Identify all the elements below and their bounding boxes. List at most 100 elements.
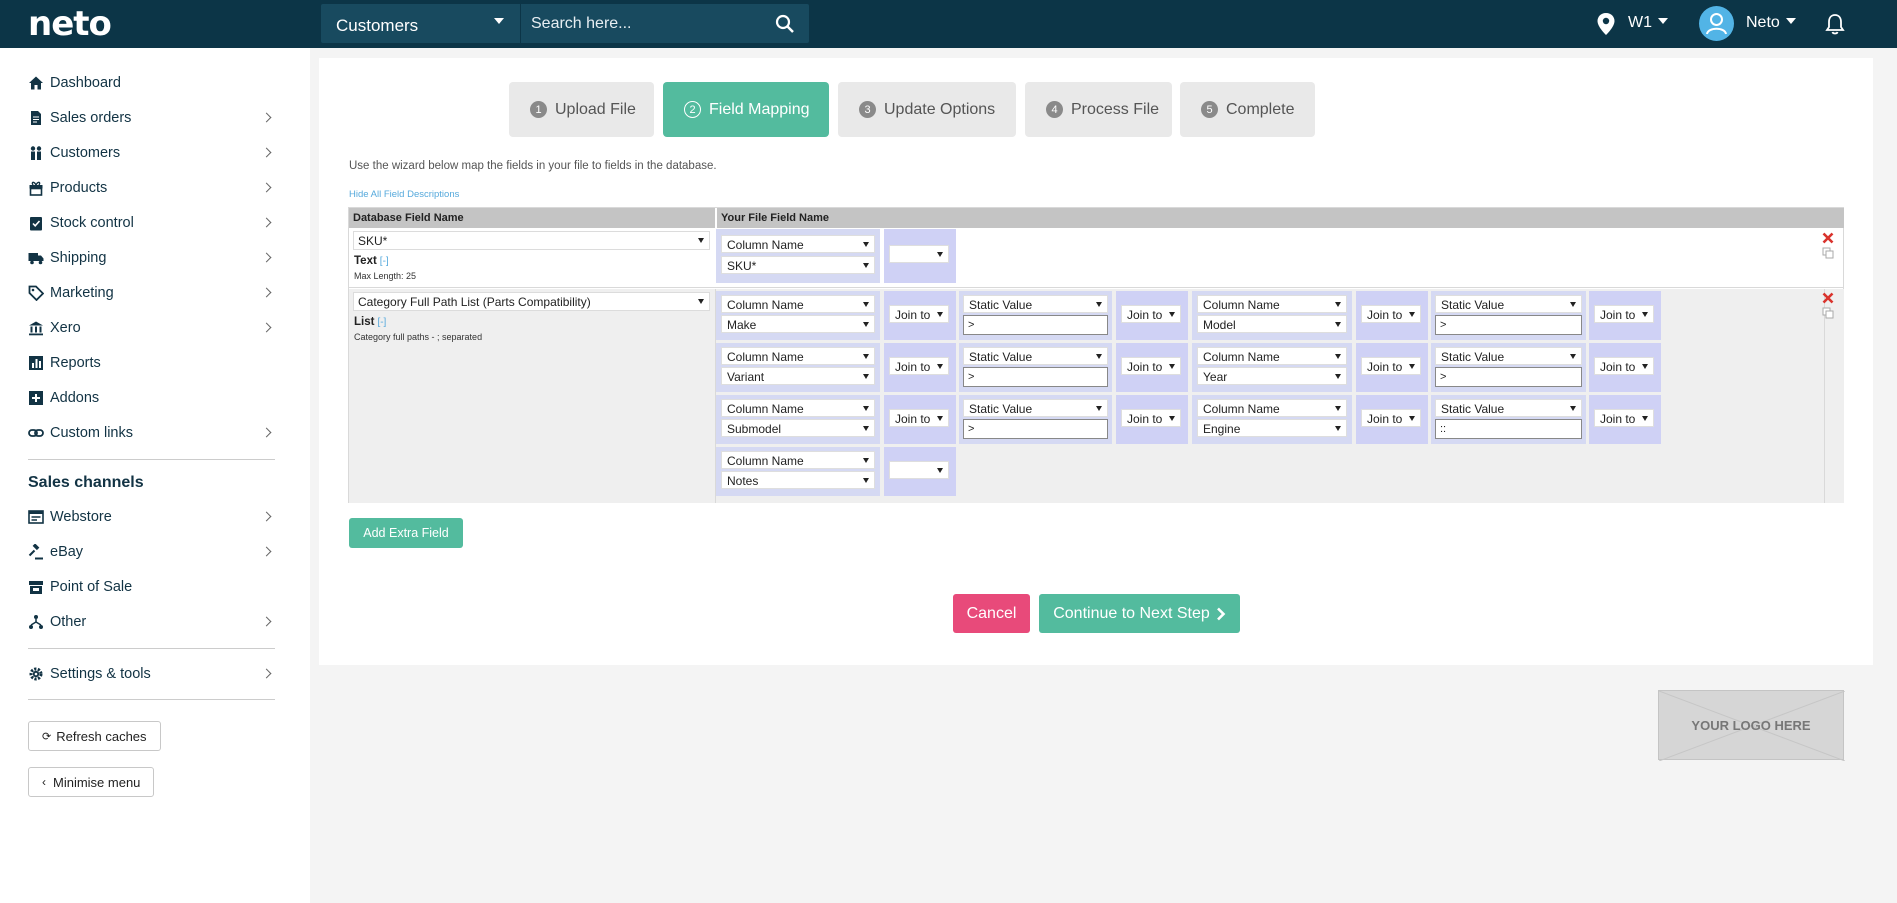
location-pin-icon[interactable] [1596,12,1616,36]
join-block: Join to [884,291,956,340]
static-value-input[interactable]: > [963,367,1108,387]
source-column-select[interactable]: Submodel [721,419,875,437]
join-select[interactable] [889,245,949,263]
gear-icon [29,667,43,681]
source-column-select[interactable]: Notes [721,471,875,489]
join-select[interactable]: Join to [1594,409,1654,427]
source-type-select[interactable]: Column Name [721,295,875,313]
join-select[interactable]: Join to [889,357,949,375]
source-column-value: Year [1203,370,1228,384]
avatar[interactable] [1699,6,1734,41]
browser-icon [28,510,44,524]
join-select[interactable]: Join to [1121,409,1181,427]
static-value-input[interactable]: :: [1435,419,1582,439]
source-type-select[interactable]: Column Name [721,347,875,365]
static-value-input[interactable]: > [1435,315,1582,335]
static-value-input[interactable]: > [1435,367,1582,387]
static-type-select[interactable]: Static Value [963,399,1108,417]
field-type: Text [354,255,377,267]
chevron-right-icon [261,427,272,438]
join-select[interactable]: Join to [1594,305,1654,323]
source-column-select[interactable]: Make [721,315,875,333]
source-type-select[interactable]: Column Name [1197,399,1347,417]
source-type-select[interactable]: Column Name [721,451,875,469]
description-toggle-link[interactable]: [-] [380,256,389,267]
minimise-menu-button[interactable]: ‹ Minimise menu [28,767,155,797]
source-column-select[interactable]: Model [1197,315,1347,333]
join-select[interactable]: Join to [1361,357,1421,375]
sidebar-item-reports[interactable]: Reports [28,350,274,376]
search-scope-label: Customers [336,16,419,35]
static-type-select[interactable]: Static Value [1435,347,1582,365]
sidebar-item-stock-control[interactable]: Stock control [28,210,274,236]
bell-icon[interactable] [1825,13,1845,35]
delete-icon[interactable] [1822,292,1834,304]
description-toggle-link[interactable]: [-] [377,317,386,328]
sidebar-item-custom-links[interactable]: Custom links [28,420,274,446]
sidebar-item-point-of-sale[interactable]: Point of Sale [28,574,274,600]
search-input[interactable] [531,4,761,43]
join-block: Join to [1356,343,1428,392]
database-field-select[interactable]: Category Full Path List (Parts Compatibi… [353,292,710,311]
tab-complete[interactable]: 5 Complete [1180,82,1315,137]
sidebar-item-shipping[interactable]: Shipping [28,245,274,271]
tab-process-file[interactable]: 4 Process File [1025,82,1172,137]
join-select[interactable]: Join to [1361,305,1421,323]
sidebar-item-products[interactable]: Products [28,175,274,201]
copy-icon[interactable] [1822,307,1834,319]
static-type-select[interactable]: Static Value [1435,399,1582,417]
source-type-select[interactable]: Column Name [1197,295,1347,313]
step-label: Update Options [884,100,996,118]
static-value-input[interactable]: > [963,419,1108,439]
delete-icon[interactable] [1822,232,1834,244]
join-select[interactable]: Join to [889,409,949,427]
top-bar: neto Customers W1 Neto [0,0,1897,48]
search-icon[interactable] [775,14,795,34]
join-select[interactable] [889,461,949,479]
source-type-select[interactable]: Column Name [721,399,875,417]
hide-field-descriptions-link[interactable]: Hide All Field Descriptions [349,189,459,200]
source-type-select[interactable]: Column Name [1197,347,1347,365]
sidebar-item-xero[interactable]: Xero [28,315,274,341]
sidebar-item-marketing[interactable]: Marketing [28,280,274,306]
join-select[interactable]: Join to [889,305,949,323]
continue-button[interactable]: Continue to Next Step [1039,594,1240,633]
static-value-block: Static Value :: [1431,395,1586,444]
sidebar-item-webstore[interactable]: Webstore [28,504,274,530]
source-column-select[interactable]: Engine [1197,419,1347,437]
join-select[interactable]: Join to [1361,409,1421,427]
sidebar-item-customers[interactable]: Customers [28,140,274,166]
join-select[interactable]: Join to [1121,305,1181,323]
cancel-button[interactable]: Cancel [953,594,1030,633]
copy-icon[interactable] [1822,247,1834,259]
sidebar-item-ebay[interactable]: eBay [28,539,274,565]
tab-update-options[interactable]: 3 Update Options [838,82,1016,137]
join-select[interactable]: Join to [1594,357,1654,375]
refresh-caches-button[interactable]: ⟳ Refresh caches [28,721,161,751]
sidebar-item-dashboard[interactable]: Dashboard [28,70,274,96]
location-selector[interactable]: W1 [1628,14,1668,32]
sidebar-item-addons[interactable]: Addons [28,385,274,411]
gift-icon [29,181,43,196]
static-type-select[interactable]: Static Value [963,295,1108,313]
source-column-select[interactable]: SKU* [721,256,875,274]
source-column-select[interactable]: Year [1197,367,1347,385]
tab-upload-file[interactable]: 1 Upload File [509,82,654,137]
tab-field-mapping[interactable]: 2 Field Mapping [663,82,829,137]
neto-logo[interactable]: neto [28,4,112,44]
chevron-right-icon [261,546,272,557]
user-menu[interactable]: Neto [1746,14,1796,32]
join-select[interactable]: Join to [1121,357,1181,375]
static-type-select[interactable]: Static Value [1435,295,1582,313]
sidebar-item-other[interactable]: Other [28,609,274,635]
sidebar-item-sales-orders[interactable]: Sales orders [28,105,274,131]
database-field-select[interactable]: SKU* [353,231,710,250]
source-type-select[interactable]: Column Name [721,235,875,253]
search-scope-dropdown[interactable]: Customers [321,4,521,43]
step-number: 5 [1201,101,1218,118]
static-value-input[interactable]: > [963,315,1108,335]
sidebar-item-settings[interactable]: Settings & tools [28,661,274,687]
source-column-select[interactable]: Variant [721,367,875,385]
add-extra-field-button[interactable]: Add Extra Field [349,518,463,548]
static-type-select[interactable]: Static Value [963,347,1108,365]
